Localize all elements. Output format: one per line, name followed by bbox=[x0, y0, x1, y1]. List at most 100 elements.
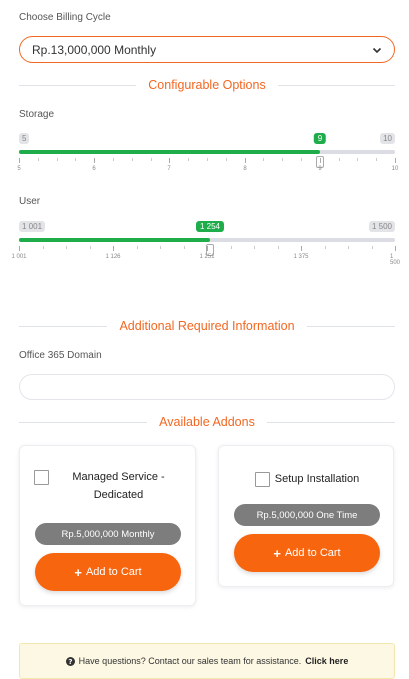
user-tick bbox=[301, 246, 302, 251]
storage-tick bbox=[94, 158, 95, 163]
storage-minor-tick bbox=[376, 158, 377, 161]
user-min-badge: 1 001 bbox=[19, 221, 46, 232]
storage-tick-label: 6 bbox=[92, 166, 96, 172]
storage-tick bbox=[395, 158, 396, 163]
office-domain-label: Office 365 Domain bbox=[19, 350, 102, 361]
user-track-fill bbox=[19, 238, 210, 242]
user-minor-tick bbox=[43, 246, 44, 249]
available-addons-title: Available Addons bbox=[159, 415, 255, 429]
available-addons-header: Available Addons bbox=[19, 412, 395, 432]
addon-card-setup-installation: Setup Installation Rp.5,000,000 One Time… bbox=[218, 445, 394, 587]
storage-tick bbox=[320, 158, 321, 163]
notice-text: Have questions? Contact our sales team f… bbox=[78, 656, 302, 666]
storage-minor-tick bbox=[301, 158, 302, 161]
user-max-badge: 1 500 bbox=[368, 221, 395, 232]
billing-cycle-value: Rp.13,000,000 Monthly bbox=[32, 42, 157, 57]
user-tick bbox=[395, 246, 396, 251]
user-minor-tick bbox=[278, 246, 279, 249]
user-minor-tick bbox=[254, 246, 255, 249]
storage-slider[interactable]: 5 10 9 5 6 7 8 9 10 bbox=[17, 130, 398, 178]
addon-price-badge: Rp.5,000,000 One Time bbox=[234, 504, 380, 526]
addon-price-badge: Rp.5,000,000 Monthly bbox=[35, 523, 181, 545]
plus-icon: + bbox=[273, 545, 281, 561]
user-tick bbox=[19, 246, 20, 251]
addon-name: Setup Installation bbox=[274, 473, 360, 485]
user-tick-label: 1 251 bbox=[199, 254, 215, 260]
storage-minor-tick bbox=[207, 158, 208, 161]
divider bbox=[266, 421, 395, 423]
add-to-cart-button[interactable]: + Add to Cart bbox=[35, 553, 181, 591]
user-tick-label: 1 001 bbox=[11, 254, 27, 260]
storage-tick-label: 10 bbox=[391, 166, 399, 172]
addon-name: Managed Service - Dedicated bbox=[72, 471, 165, 501]
storage-tick-label: 5 bbox=[17, 166, 21, 172]
storage-minor-tick bbox=[357, 158, 358, 161]
office-domain-input[interactable] bbox=[19, 374, 395, 400]
additional-info-title: Additional Required Information bbox=[119, 319, 295, 333]
divider bbox=[306, 325, 396, 327]
add-to-cart-label: Add to Cart bbox=[85, 566, 142, 578]
additional-info-header: Additional Required Information bbox=[19, 316, 396, 336]
user-minor-tick bbox=[137, 246, 138, 249]
storage-minor-tick bbox=[263, 158, 264, 161]
configurable-options-title: Configurable Options bbox=[148, 78, 266, 92]
divider bbox=[277, 84, 395, 86]
storage-minor-tick bbox=[282, 158, 283, 161]
storage-tick bbox=[245, 158, 246, 163]
storage-minor-tick bbox=[75, 158, 76, 161]
user-minor-tick bbox=[372, 246, 373, 249]
storage-minor-tick bbox=[38, 158, 39, 161]
plus-icon: + bbox=[74, 564, 82, 580]
user-tick-label: 1 126 bbox=[105, 254, 121, 260]
storage-label: Storage bbox=[19, 109, 55, 120]
user-minor-tick bbox=[231, 246, 232, 249]
addon-option-row[interactable]: Managed Service - Dedicated bbox=[34, 468, 184, 504]
user-tick-label: 1 375 bbox=[293, 254, 309, 260]
storage-tick bbox=[169, 158, 170, 163]
configurable-options-header: Configurable Options bbox=[19, 75, 395, 95]
storage-tick-label: 9 bbox=[318, 166, 322, 172]
divider bbox=[19, 84, 137, 86]
storage-minor-tick bbox=[188, 158, 189, 161]
billing-cycle-select[interactable]: Rp.13,000,000 Monthly bbox=[19, 36, 395, 63]
user-slider[interactable]: 1 001 1 500 1 254 1 001 1 126 1 251 1 375 1 … bbox=[11, 218, 400, 266]
storage-minor-tick bbox=[226, 158, 227, 161]
storage-minor-tick bbox=[132, 158, 133, 161]
storage-minor-tick bbox=[339, 158, 340, 161]
user-minor-tick bbox=[66, 246, 67, 249]
storage-value-badge: 9 bbox=[313, 133, 327, 144]
user-label: User bbox=[19, 196, 41, 207]
addon-checkbox[interactable] bbox=[254, 471, 270, 487]
user-tick bbox=[207, 246, 208, 251]
user-minor-tick bbox=[90, 246, 91, 249]
storage-min-badge: 5 bbox=[19, 133, 30, 144]
add-to-cart-button[interactable]: + Add to Cart bbox=[234, 534, 380, 572]
billing-cycle-label: Choose Billing Cycle bbox=[19, 12, 111, 23]
user-minor-tick bbox=[348, 246, 349, 249]
user-tick-label: 1 500 bbox=[390, 254, 401, 266]
click-here-link[interactable]: Click here bbox=[305, 656, 348, 666]
addon-option-row[interactable]: Setup Installation bbox=[229, 470, 385, 488]
storage-tick bbox=[19, 158, 20, 163]
divider bbox=[19, 325, 108, 327]
addon-checkbox[interactable] bbox=[34, 470, 49, 485]
storage-minor-tick bbox=[151, 158, 152, 161]
sales-contact-notice: ? Have questions? Contact our sales team… bbox=[19, 643, 395, 679]
user-minor-tick bbox=[325, 246, 326, 249]
user-minor-tick bbox=[184, 246, 185, 249]
storage-max-badge: 10 bbox=[380, 133, 395, 144]
user-minor-tick bbox=[160, 246, 161, 249]
add-to-cart-label: Add to Cart bbox=[284, 547, 341, 559]
svg-text:?: ? bbox=[68, 657, 72, 666]
storage-tick-label: 8 bbox=[243, 166, 247, 172]
addon-card-managed-service: Managed Service - Dedicated Rp.5,000,000… bbox=[19, 445, 196, 606]
storage-minor-tick bbox=[113, 158, 114, 161]
question-circle-icon: ? bbox=[65, 656, 75, 666]
storage-minor-tick bbox=[57, 158, 58, 161]
divider bbox=[19, 421, 148, 423]
storage-tick-label: 7 bbox=[167, 166, 171, 172]
user-value-badge: 1 254 bbox=[195, 221, 225, 232]
storage-track-fill bbox=[19, 150, 320, 154]
chevron-down-icon bbox=[372, 47, 382, 53]
user-tick bbox=[113, 246, 114, 251]
